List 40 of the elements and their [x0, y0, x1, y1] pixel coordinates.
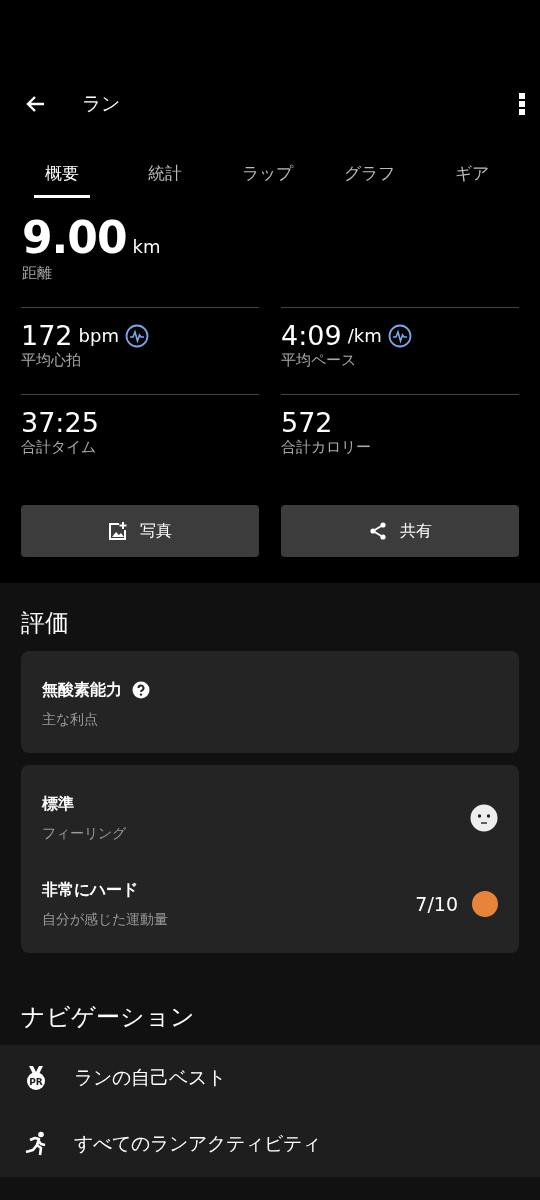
rating-title: 無酸素能力 — [42, 679, 122, 701]
stat-value: 37:25 — [21, 407, 99, 438]
rating-subtitle: 自分が感じた運動量 — [42, 910, 168, 929]
tab[interactable]: 統計 — [136, 154, 193, 198]
more-icon[interactable] — [518, 92, 526, 116]
share-button[interactable]: 共有 — [281, 505, 519, 557]
distance-unit: km — [132, 236, 161, 257]
heart-rate-graph-icon[interactable] — [124, 323, 149, 348]
rating-subtitle: フィーリング — [42, 824, 126, 843]
stat-value: 172 — [21, 320, 73, 351]
section-heading: ナビゲーション — [21, 1002, 195, 1033]
stat-unit: /km — [347, 325, 382, 346]
stat-label: 合計タイム — [21, 438, 97, 457]
stat-label: 合計カロリー — [281, 438, 372, 457]
runner-icon — [24, 1131, 48, 1157]
help-icon[interactable] — [132, 681, 150, 699]
tab[interactable]: 概要 — [34, 154, 90, 198]
nav-item[interactable]: すべてのランアクティビティ — [0, 1111, 540, 1177]
rating-title: 非常にハード — [42, 879, 138, 901]
heart-rate-graph-icon[interactable] — [387, 323, 412, 348]
stat-label: 平均ペース — [281, 351, 357, 370]
tab[interactable]: ラップ — [239, 154, 295, 198]
photo-button[interactable]: 写真 — [21, 505, 259, 557]
neutral-face-icon — [470, 804, 498, 832]
distance-label: 距離 — [22, 264, 52, 283]
stat-label: 平均心拍 — [21, 351, 82, 370]
share-icon — [368, 521, 388, 541]
stat-unit: bpm — [78, 325, 119, 346]
tab[interactable]: ギア — [444, 154, 500, 198]
stat-value: 572 — [281, 407, 333, 438]
nav-item[interactable]: PR ランの自己ベスト — [0, 1045, 540, 1111]
add-photo-icon — [108, 521, 128, 541]
distance-value: 9.00 — [22, 212, 127, 263]
rating-subtitle: 主な利点 — [42, 710, 98, 729]
stat-value: 4:09 — [281, 320, 342, 351]
screen-title: ラン — [82, 91, 121, 116]
section-heading: 評価 — [21, 608, 69, 639]
tab[interactable]: グラフ — [341, 154, 398, 198]
rating-title: 標準 — [42, 793, 74, 815]
effort-score: 7/10 — [415, 893, 458, 915]
